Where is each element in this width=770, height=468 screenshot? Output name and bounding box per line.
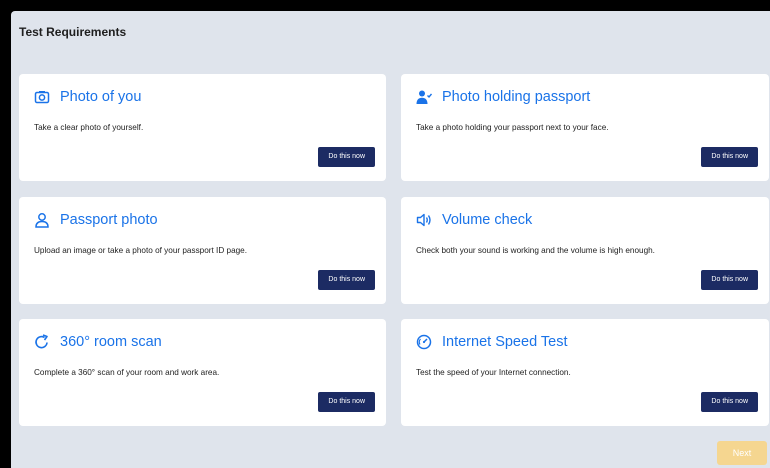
card-description: Check both your sound is working and the… bbox=[416, 246, 655, 255]
page-title: Test Requirements bbox=[19, 25, 127, 39]
card-description: Take a photo holding your passport next … bbox=[416, 123, 609, 132]
card-description: Test the speed of your Internet connecti… bbox=[416, 368, 571, 377]
do-this-now-button[interactable]: Do this now bbox=[701, 270, 758, 290]
next-button[interactable]: Next bbox=[717, 441, 767, 465]
test-requirements-page: Test Requirements Photo of you Take a cl… bbox=[11, 11, 770, 468]
card-internet-speed-test: Internet Speed Test Test the speed of yo… bbox=[401, 319, 769, 426]
card-description: Upload an image or take a photo of your … bbox=[34, 246, 248, 255]
user-check-icon bbox=[416, 89, 432, 105]
card-room-scan: 360° room scan Complete a 360° scan of y… bbox=[19, 319, 386, 426]
speaker-icon bbox=[416, 212, 432, 228]
rotate-icon bbox=[34, 334, 50, 350]
card-volume-check: Volume check Check both your sound is wo… bbox=[401, 197, 769, 304]
card-title: Photo holding passport bbox=[442, 89, 591, 105]
card-title: Volume check bbox=[442, 212, 533, 228]
do-this-now-button[interactable]: Do this now bbox=[701, 147, 758, 167]
card-description: Complete a 360° scan of your room and wo… bbox=[34, 368, 220, 377]
card-passport-photo: Passport photo Upload an image or take a… bbox=[19, 197, 386, 304]
do-this-now-button[interactable]: Do this now bbox=[318, 270, 375, 290]
camera-icon bbox=[34, 89, 50, 105]
card-description: Take a clear photo of yourself. bbox=[34, 123, 144, 132]
card-photo-of-you: Photo of you Take a clear photo of yours… bbox=[19, 74, 386, 181]
do-this-now-button[interactable]: Do this now bbox=[318, 147, 375, 167]
do-this-now-button[interactable]: Do this now bbox=[701, 392, 758, 412]
card-title: Photo of you bbox=[60, 89, 142, 105]
user-outline-icon bbox=[34, 212, 50, 228]
speedometer-icon bbox=[416, 334, 432, 350]
card-photo-holding-passport: Photo holding passport Take a photo hold… bbox=[401, 74, 769, 181]
card-title: Internet Speed Test bbox=[442, 334, 568, 350]
card-title: 360° room scan bbox=[60, 334, 162, 350]
card-title: Passport photo bbox=[60, 212, 158, 228]
do-this-now-button[interactable]: Do this now bbox=[318, 392, 375, 412]
